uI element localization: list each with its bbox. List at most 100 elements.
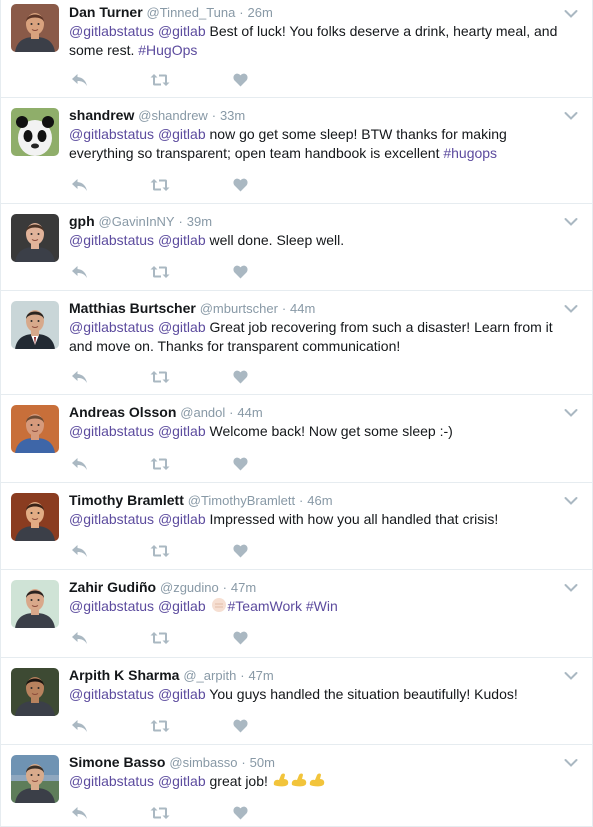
- mention-link[interactable]: @gitlabstatus: [69, 232, 154, 248]
- chevron-down-icon[interactable]: [564, 580, 578, 592]
- mention-link[interactable]: @gitlabstatus: [69, 511, 154, 527]
- reply-icon[interactable]: [71, 175, 88, 195]
- tweet[interactable]: Simone Basso @simbasso · 50m @gitlabstatu…: [1, 745, 593, 827]
- chevron-down-icon[interactable]: [564, 6, 578, 18]
- heart-icon[interactable]: [233, 175, 248, 195]
- chevron-down-icon[interactable]: [564, 214, 578, 226]
- mention-link[interactable]: @gitlabstatus: [69, 126, 154, 142]
- timestamp[interactable]: 39m: [187, 214, 212, 229]
- retweet-icon[interactable]: [150, 367, 170, 387]
- user-handle[interactable]: @GavinInNY: [99, 214, 175, 229]
- user-name[interactable]: gph: [69, 213, 95, 229]
- hashtag-link[interactable]: #HugOps: [138, 42, 197, 58]
- mention-link[interactable]: @gitlabstatus: [69, 686, 154, 702]
- timestamp[interactable]: 44m: [290, 301, 315, 316]
- mention-link[interactable]: @gitlab: [158, 686, 206, 702]
- retweet-icon[interactable]: [150, 541, 170, 561]
- mention-link[interactable]: @gitlabstatus: [69, 773, 154, 789]
- timestamp[interactable]: 26m: [248, 5, 273, 20]
- user-name[interactable]: shandrew: [69, 107, 134, 123]
- hashtag-link[interactable]: #hugops: [443, 145, 497, 161]
- mention-link[interactable]: @gitlabstatus: [69, 598, 154, 614]
- heart-icon[interactable]: [233, 628, 248, 648]
- reply-icon[interactable]: [71, 628, 88, 648]
- tweet[interactable]: Arpith K Sharma @_arpith · 47m @gitlabsta…: [1, 658, 593, 745]
- retweet-icon[interactable]: [150, 716, 170, 736]
- mention-link[interactable]: @gitlab: [158, 232, 206, 248]
- tweet[interactable]: gph @GavinInNY · 39m @gitlabstatus @gitla…: [1, 204, 593, 291]
- chevron-down-icon[interactable]: [564, 668, 578, 680]
- user-handle[interactable]: @shandrew: [138, 108, 208, 123]
- reply-icon[interactable]: [71, 262, 88, 282]
- mention-link[interactable]: @gitlab: [158, 773, 206, 789]
- tweet[interactable]: Andreas Olsson @andol · 44m @gitlabstatus…: [1, 395, 593, 483]
- heart-icon[interactable]: [233, 541, 248, 561]
- heart-icon[interactable]: [233, 367, 248, 387]
- chevron-down-icon[interactable]: [564, 108, 578, 120]
- retweet-icon[interactable]: [150, 70, 170, 90]
- chevron-down-icon[interactable]: [564, 405, 578, 417]
- user-name[interactable]: Dan Turner: [69, 4, 143, 20]
- retweet-icon[interactable]: [150, 262, 170, 282]
- user-handle[interactable]: @_arpith: [183, 668, 236, 683]
- reply-icon[interactable]: [71, 716, 88, 736]
- timestamp[interactable]: 33m: [220, 108, 245, 123]
- heart-icon[interactable]: [233, 70, 248, 90]
- retweet-icon[interactable]: [150, 175, 170, 195]
- avatar[interactable]: [11, 4, 59, 52]
- retweet-icon[interactable]: [150, 803, 170, 823]
- timestamp[interactable]: 44m: [237, 405, 262, 420]
- user-name[interactable]: Matthias Burtscher: [69, 300, 196, 316]
- heart-icon[interactable]: [233, 262, 248, 282]
- chevron-down-icon[interactable]: [564, 493, 578, 505]
- avatar[interactable]: [11, 755, 59, 803]
- hashtag-link[interactable]: #Win: [306, 598, 338, 614]
- user-name[interactable]: Arpith K Sharma: [69, 667, 179, 683]
- tweet[interactable]: Matthias Burtscher @mburtscher · 44m @git…: [1, 291, 593, 395]
- reply-icon[interactable]: [71, 541, 88, 561]
- user-name[interactable]: Zahir Gudiño: [69, 579, 156, 595]
- tweet[interactable]: Zahir Gudiño @zgudino · 47m @gitlabstatus…: [1, 570, 593, 658]
- avatar[interactable]: [11, 301, 59, 349]
- avatar[interactable]: [11, 668, 59, 716]
- user-handle[interactable]: @mburtscher: [200, 301, 278, 316]
- mention-link[interactable]: @gitlab: [158, 23, 206, 39]
- avatar[interactable]: [11, 493, 59, 541]
- hashtag-link[interactable]: #TeamWork: [228, 598, 302, 614]
- reply-icon[interactable]: [71, 70, 88, 90]
- tweet[interactable]: Dan Turner @Tinned_Tuna · 26m @gitlabstat…: [1, 0, 593, 98]
- mention-link[interactable]: @gitlab: [158, 423, 206, 439]
- tweet[interactable]: Timothy Bramlett @TimothyBramlett · 46m @…: [1, 483, 593, 570]
- chevron-down-icon[interactable]: [564, 755, 578, 767]
- mention-link[interactable]: @gitlabstatus: [69, 319, 154, 335]
- user-handle[interactable]: @zgudino: [160, 580, 219, 595]
- timestamp[interactable]: 46m: [307, 493, 332, 508]
- user-handle[interactable]: @andol: [180, 405, 225, 420]
- mention-link[interactable]: @gitlabstatus: [69, 423, 154, 439]
- mention-link[interactable]: @gitlabstatus: [69, 23, 154, 39]
- avatar[interactable]: [11, 580, 59, 628]
- heart-icon[interactable]: [233, 803, 248, 823]
- reply-icon[interactable]: [71, 454, 88, 474]
- tweet[interactable]: shandrew @shandrew · 33m @gitlabstatus @g…: [1, 98, 593, 204]
- user-handle[interactable]: @simbasso: [169, 755, 237, 770]
- timestamp[interactable]: 50m: [250, 755, 275, 770]
- user-name[interactable]: Andreas Olsson: [69, 404, 176, 420]
- user-handle[interactable]: @Tinned_Tuna: [147, 5, 236, 20]
- user-name[interactable]: Simone Basso: [69, 754, 165, 770]
- retweet-icon[interactable]: [150, 454, 170, 474]
- heart-icon[interactable]: [233, 716, 248, 736]
- mention-link[interactable]: @gitlab: [158, 511, 206, 527]
- avatar[interactable]: [11, 405, 59, 453]
- heart-icon[interactable]: [233, 454, 248, 474]
- reply-icon[interactable]: [71, 803, 88, 823]
- reply-icon[interactable]: [71, 367, 88, 387]
- mention-link[interactable]: @gitlab: [158, 126, 206, 142]
- mention-link[interactable]: @gitlab: [158, 319, 206, 335]
- timestamp[interactable]: 47m: [248, 668, 273, 683]
- user-handle[interactable]: @TimothyBramlett: [188, 493, 295, 508]
- chevron-down-icon[interactable]: [564, 301, 578, 313]
- mention-link[interactable]: @gitlab: [158, 598, 206, 614]
- avatar[interactable]: [11, 214, 59, 262]
- timestamp[interactable]: 47m: [231, 580, 256, 595]
